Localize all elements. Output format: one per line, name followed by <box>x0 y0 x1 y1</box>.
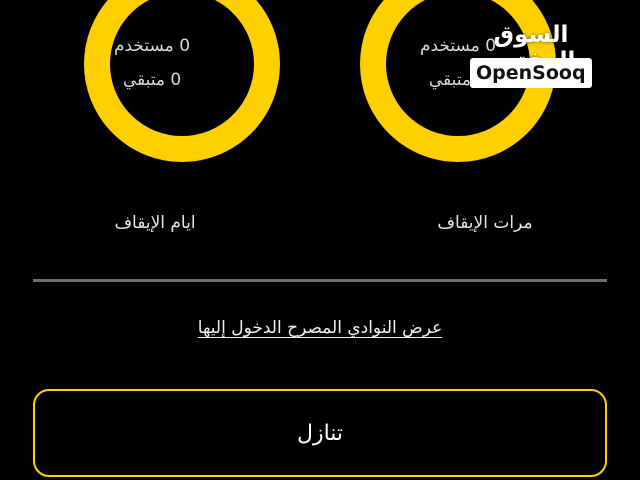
pause-days-remaining: 0 متبقي <box>122 70 182 90</box>
membership-screen: 0 مستخدم 0 متبقي ايام الإيقاف 0 مستخدم 0… <box>0 0 640 480</box>
waive-button[interactable]: تنازل <box>33 389 607 477</box>
pause-days-label: ايام الإيقاف <box>114 213 196 233</box>
view-allowed-clubs-link[interactable]: عرض النوادي المصرح الدخول إليها <box>120 318 520 338</box>
section-divider <box>33 279 607 282</box>
watermark-logo-badge: OpenSooq <box>470 58 592 88</box>
pause-times-label: مرات الإيقاف <box>437 213 533 233</box>
pause-days-used: 0 مستخدم <box>113 36 191 56</box>
opensooq-watermark: السوق المفتوح OpenSooq <box>446 22 622 100</box>
